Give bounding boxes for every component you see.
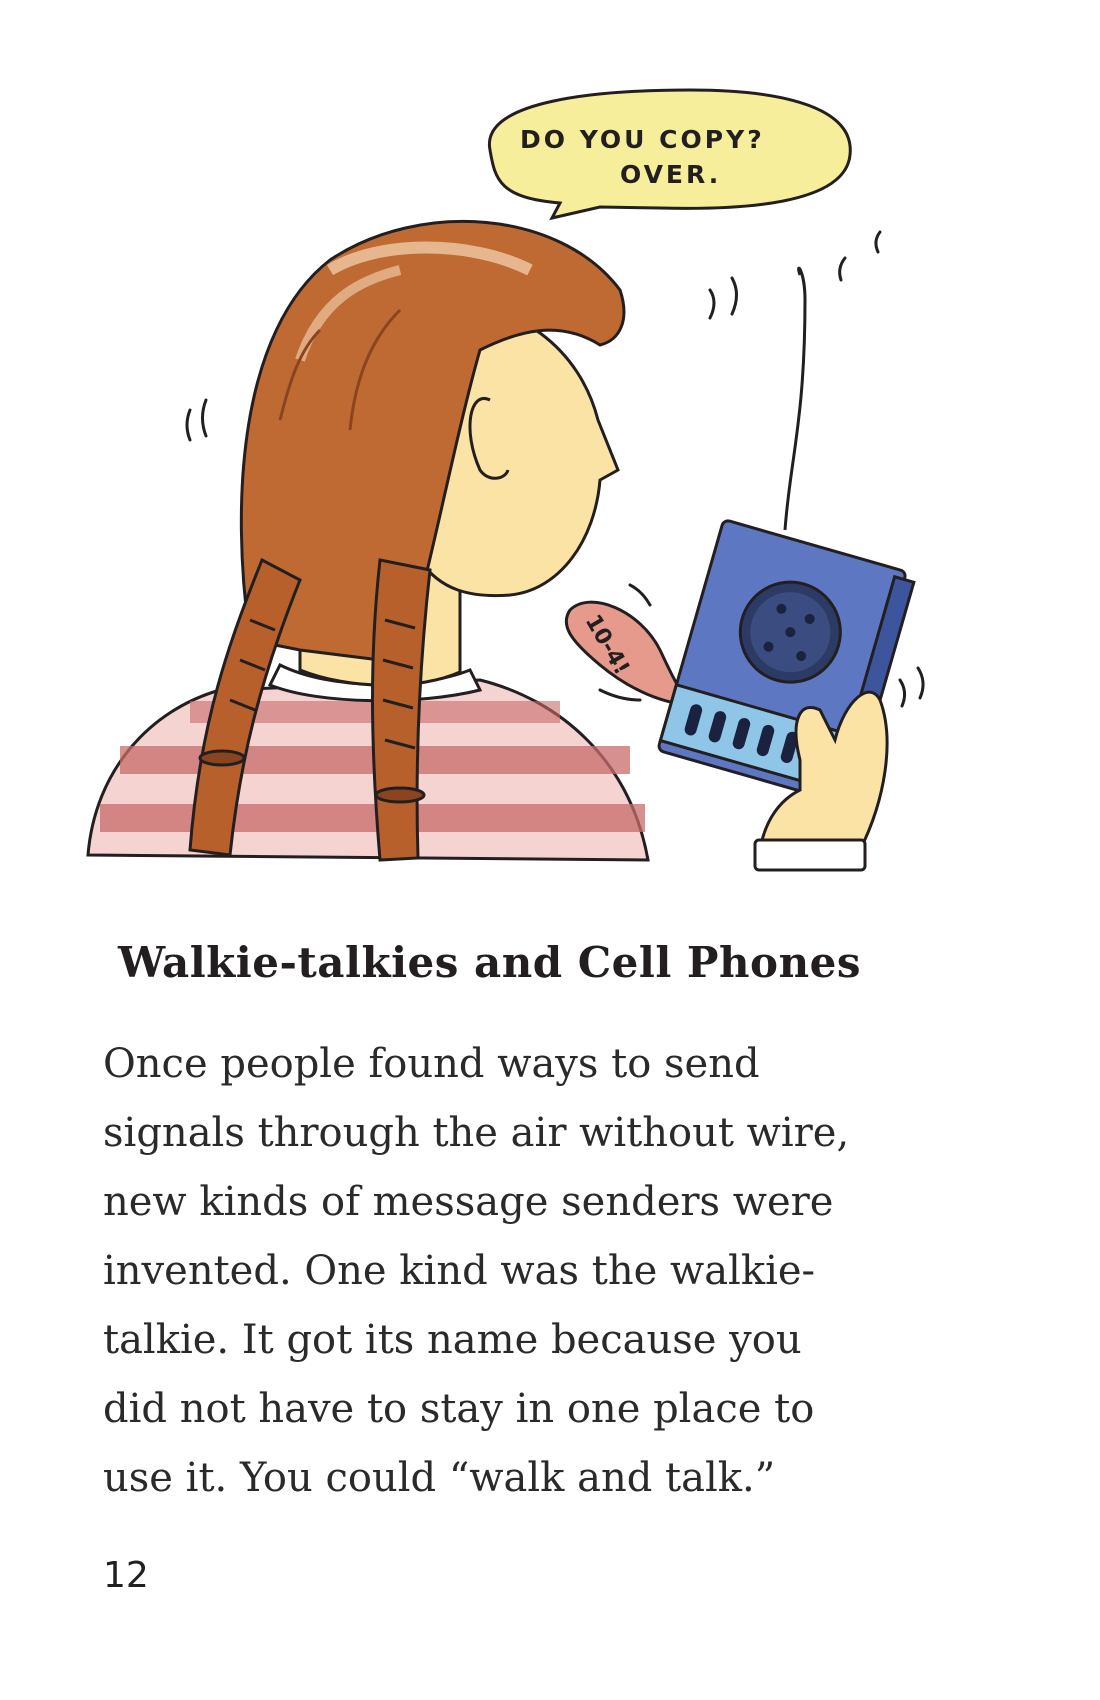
body-paragraph: Once people found ways to send signals t… [103, 1030, 963, 1513]
body-line: new kinds of message senders were [103, 1179, 834, 1225]
body-line: Once people found ways to send [103, 1041, 760, 1087]
body-line: invented. One kind was the walkie- [103, 1248, 816, 1294]
girl-shirt [86, 662, 650, 862]
body-line: talkie. It got its name because you [103, 1317, 802, 1363]
illustration: DO YOU COPY? OVER. 10-4! [86, 88, 925, 872]
body-line: signals through the air without wire, [103, 1110, 850, 1156]
body-line: use it. You could “walk and talk.” [103, 1455, 776, 1501]
body-line: did not have to stay in one place to [103, 1386, 815, 1432]
section-heading: Walkie-talkies and Cell Phones [118, 938, 861, 987]
speech-bubble-line1: DO YOU COPY? [520, 125, 765, 154]
speech-bubble: DO YOU COPY? OVER. [488, 88, 852, 221]
page-number: 12 [103, 1555, 149, 1596]
speech-bubble-line2: OVER. [620, 160, 721, 189]
